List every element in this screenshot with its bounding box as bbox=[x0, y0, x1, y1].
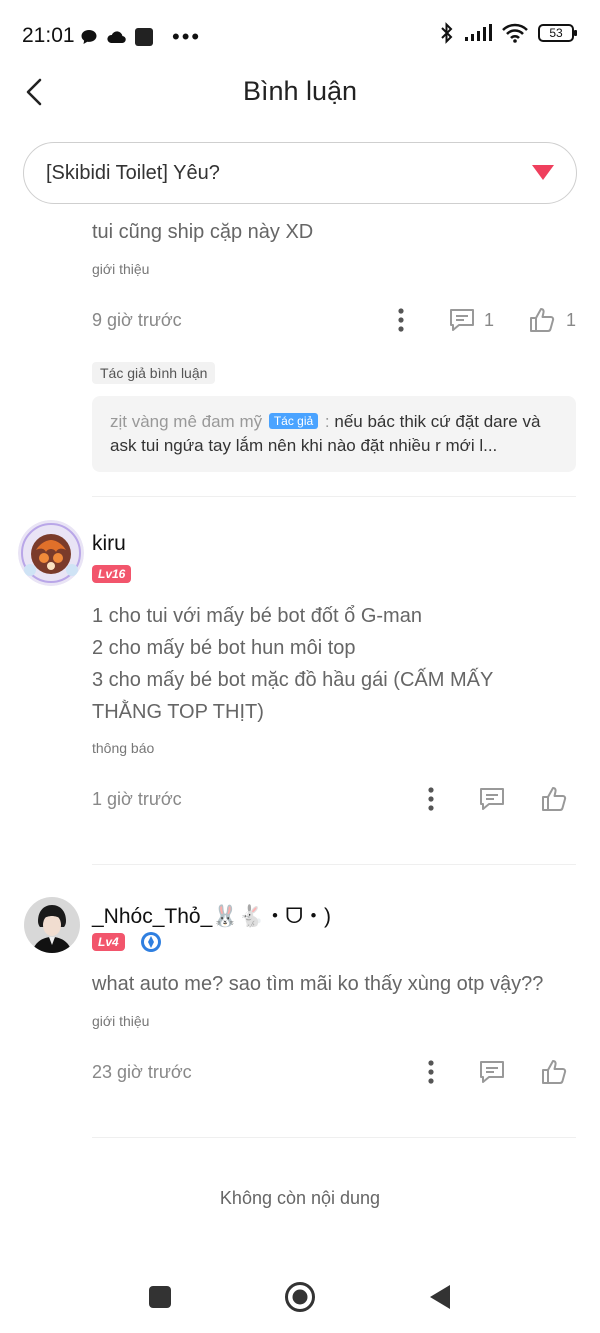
divider bbox=[92, 496, 576, 497]
wifi-icon bbox=[502, 23, 528, 43]
thumbs-up-icon[interactable] bbox=[540, 1058, 568, 1086]
comment-text: 1 cho tui với mấy bé bot đốt ổ G-man 2 c… bbox=[92, 600, 562, 728]
comment-time: 23 giờ trước bbox=[92, 1062, 192, 1082]
author-comment-label: Tác giả bình luận bbox=[92, 362, 216, 384]
bluetooth-icon bbox=[441, 22, 453, 44]
comment-time: 1 giờ trước bbox=[92, 789, 182, 809]
topic-dropdown[interactable]: [Skibidi Toilet] Yêu? bbox=[23, 142, 577, 204]
recents-square-icon[interactable] bbox=[148, 1285, 172, 1309]
thumbs-up-icon[interactable] bbox=[540, 785, 568, 813]
more-notifications-icon: ••• bbox=[172, 24, 202, 49]
comment-text: what auto me? sao tìm mãi ko thấy xùng o… bbox=[92, 973, 544, 995]
caret-down-icon bbox=[532, 165, 554, 180]
page-title: Bình luận bbox=[242, 76, 358, 106]
avatar-image bbox=[18, 520, 84, 586]
comment-tag: thông báo bbox=[92, 740, 155, 756]
header: Bình luận bbox=[0, 70, 600, 130]
status-time: 21:01 bbox=[22, 24, 75, 47]
thumbs-up-icon bbox=[529, 308, 555, 332]
like-count: 1 bbox=[565, 309, 576, 330]
more-options-icon[interactable] bbox=[388, 306, 414, 334]
author-badge: Tác giả bbox=[268, 413, 319, 429]
comment-meta: 1 giờ trước bbox=[92, 785, 576, 815]
username[interactable]: kiru bbox=[92, 532, 126, 556]
level-badge: Lv4 bbox=[92, 933, 125, 951]
dropdown-selected-value: [Skibidi Toilet] Yêu? bbox=[46, 162, 220, 184]
avatar-image bbox=[24, 897, 80, 953]
reply-author-name: zịt vàng mê đam mỹ bbox=[110, 412, 263, 431]
comment-line: 3 cho mấy bé bot mặc đồ hầu gái (CẤM MẤY… bbox=[92, 669, 493, 723]
more-options-icon[interactable] bbox=[418, 1058, 444, 1086]
comment-text: tui cũng ship cặp này XD bbox=[92, 221, 314, 243]
app-square-icon bbox=[135, 28, 153, 46]
chat-bubble-icon bbox=[81, 30, 97, 44]
comment-icon bbox=[449, 309, 474, 331]
comment-meta: 9 giờ trước 1 1 bbox=[92, 306, 576, 336]
author-reply[interactable]: zịt vàng mê đam mỹ Tác giả : nếu bác thi… bbox=[92, 396, 576, 472]
home-circle-icon[interactable] bbox=[284, 1281, 316, 1313]
comment-line: 1 cho tui với mấy bé bot đốt ổ G-man bbox=[92, 605, 422, 627]
back-triangle-icon[interactable] bbox=[428, 1284, 452, 1310]
verified-badge-icon bbox=[141, 932, 161, 952]
divider bbox=[92, 864, 576, 865]
comment-meta: 23 giờ trước bbox=[92, 1058, 576, 1088]
comment-tag: giới thiệu bbox=[92, 261, 150, 277]
divider bbox=[92, 1137, 576, 1138]
comment-icon[interactable] bbox=[478, 786, 506, 812]
username[interactable]: _Nhóc_Thỏ_🐰🐇・ᗜ・) bbox=[92, 900, 331, 930]
comment-icon[interactable] bbox=[478, 1059, 506, 1085]
reply-count: 1 bbox=[483, 309, 494, 330]
avatar[interactable] bbox=[24, 897, 80, 953]
cloud-icon bbox=[107, 31, 126, 44]
signal-icon bbox=[465, 24, 492, 41]
status-bar: 21:01 ••• 53 bbox=[0, 0, 600, 70]
reply-button[interactable]: 1 bbox=[448, 307, 494, 333]
comment-tag: giới thiệu bbox=[92, 1013, 150, 1029]
battery-icon: 53 bbox=[538, 24, 577, 42]
end-of-content-message: Không còn nội dung bbox=[219, 1188, 381, 1208]
comment-time: 9 giờ trước bbox=[92, 310, 182, 330]
more-options-icon[interactable] bbox=[418, 785, 444, 813]
reply-separator: : bbox=[320, 412, 335, 431]
comment-line: 2 cho mấy bé bot hun môi top bbox=[92, 637, 356, 659]
like-button[interactable]: 1 bbox=[528, 306, 576, 334]
system-nav-bar bbox=[0, 1260, 600, 1333]
level-badge: Lv16 bbox=[92, 565, 132, 583]
avatar[interactable] bbox=[18, 520, 84, 586]
